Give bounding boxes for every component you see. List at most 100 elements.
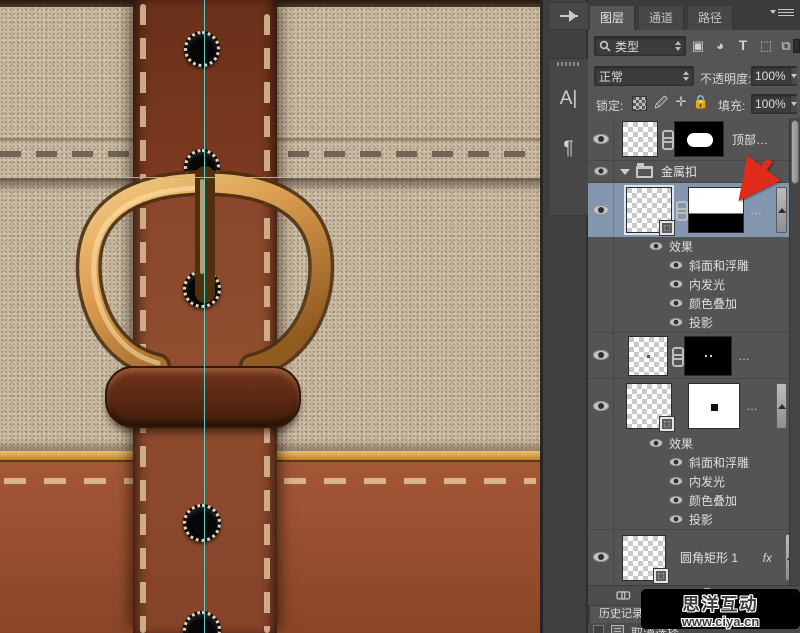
visibility-cell[interactable] (588, 183, 614, 237)
visibility-cell[interactable] (588, 118, 614, 160)
layer-name-truncated[interactable]: … (738, 349, 751, 363)
panel-grip-dots[interactable] (557, 62, 580, 66)
eye-icon[interactable] (650, 242, 663, 251)
layer-mask-thumbnail-selected[interactable] (688, 187, 744, 233)
history-source-checkbox[interactable] (593, 625, 604, 633)
effect-name[interactable]: 斜面和浮雕 (689, 257, 749, 274)
opacity-field[interactable]: 100% (751, 66, 797, 86)
effect-name[interactable]: 投影 (689, 314, 713, 331)
filter-smart-objects-icon[interactable]: ⧉ (778, 38, 794, 54)
strap-keeper (105, 366, 301, 428)
eye-icon[interactable] (670, 515, 683, 524)
effects-header-row[interactable]: 效果 (588, 433, 800, 453)
mask-link-icon[interactable] (674, 201, 686, 219)
layer-row-selected[interactable]: … (588, 182, 800, 237)
tab-layers[interactable]: 图层 (590, 6, 635, 30)
effect-name[interactable]: 投影 (689, 511, 713, 528)
layer-thumbnail[interactable] (622, 535, 666, 581)
eye-icon[interactable] (670, 458, 683, 467)
layer-thumbnail-selected[interactable] (626, 187, 672, 233)
lock-pixels-brush-icon[interactable]: 🖉 (652, 94, 670, 116)
mask-link-icon[interactable] (660, 130, 672, 148)
canvas-area[interactable] (0, 0, 540, 633)
effect-item-row[interactable]: 内发光 (588, 472, 800, 491)
eye-icon[interactable] (593, 205, 609, 216)
lock-all-icon[interactable]: 🔒 (692, 94, 710, 110)
visibility-cell[interactable] (588, 379, 614, 433)
layer-thumbnail[interactable] (628, 336, 668, 376)
effect-item-row[interactable]: 内发光 (588, 275, 800, 294)
layer-mask-thumbnail[interactable] (684, 336, 732, 376)
effect-item-row[interactable]: 斜面和浮雕 (588, 256, 800, 275)
filter-adjustment-layers-icon[interactable]: ◕ (710, 38, 730, 53)
layer-thumbnail[interactable] (622, 121, 658, 157)
mask-link-icon[interactable] (670, 347, 682, 365)
effect-name[interactable]: 内发光 (689, 473, 725, 490)
layer-mask-thumbnail[interactable] (674, 121, 724, 157)
tab-channels[interactable]: 通道 (639, 6, 684, 30)
eye-icon[interactable] (670, 477, 683, 486)
eye-icon[interactable] (593, 552, 609, 563)
visibility-cell[interactable] (588, 333, 614, 378)
filter-toggle-switch[interactable] (793, 39, 800, 53)
layer-thumbnail[interactable] (626, 383, 672, 429)
effect-item-row[interactable]: 斜面和浮雕 (588, 453, 800, 472)
filter-type-layers-icon[interactable]: T (733, 37, 753, 53)
eye-icon[interactable] (650, 439, 663, 448)
character-panel-icon[interactable]: A| (549, 88, 588, 110)
layer-mask-thumbnail[interactable] (688, 383, 740, 429)
layer-row[interactable]: … (588, 378, 800, 433)
eye-icon[interactable] (670, 261, 683, 270)
fill-field[interactable]: 100% (751, 94, 797, 114)
eye-icon[interactable] (594, 167, 608, 176)
group-expand-icon[interactable] (620, 169, 630, 175)
effect-item-row[interactable]: 颜色叠加 (588, 294, 800, 313)
filter-pixel-layers-icon[interactable]: ▣ (688, 38, 708, 54)
visibility-cell[interactable] (588, 530, 614, 585)
eye-icon[interactable] (670, 299, 683, 308)
eye-icon[interactable] (593, 350, 609, 361)
effect-name[interactable]: 颜色叠加 (689, 295, 737, 312)
effect-item-row[interactable]: 投影 (588, 313, 800, 332)
scrollbar-thumb[interactable] (791, 120, 799, 184)
eye-icon[interactable] (670, 318, 683, 327)
opacity-dropdown-icon[interactable] (790, 68, 797, 84)
link-layers-icon[interactable] (618, 590, 631, 598)
layer-row[interactable]: … (588, 332, 800, 378)
layer-name[interactable]: 圆角矩形 1 (680, 549, 738, 566)
effect-item-row[interactable]: 投影 (588, 510, 800, 529)
eye-icon[interactable] (593, 134, 609, 145)
effect-item-row[interactable]: 颜色叠加 (588, 491, 800, 510)
effect-name[interactable]: 内发光 (689, 276, 725, 293)
eye-icon[interactable] (593, 401, 609, 412)
eye-icon[interactable] (670, 280, 683, 289)
collapsed-panel-slider[interactable] (548, 2, 589, 30)
blend-mode-combo[interactable]: 正常 (594, 66, 694, 86)
eye-icon[interactable] (670, 496, 683, 505)
fill-dropdown-icon[interactable] (790, 96, 797, 112)
filter-shape-layers-icon[interactable]: ⬚ (756, 38, 776, 54)
effects-header-row[interactable]: 效果 (588, 237, 800, 256)
effects-label[interactable]: 效果 (669, 435, 693, 452)
effects-label[interactable]: 效果 (669, 238, 693, 255)
lock-transparency-icon[interactable] (632, 96, 647, 111)
effects-collapse-button[interactable] (776, 187, 787, 233)
effect-name[interactable]: 颜色叠加 (689, 492, 737, 509)
lock-position-icon[interactable]: ✛ (672, 94, 690, 110)
layer-name-truncated[interactable]: … (750, 203, 763, 217)
effect-name[interactable]: 斜面和浮雕 (689, 454, 749, 471)
group-name[interactable]: 金属扣 (661, 163, 697, 180)
effects-collapse-button[interactable] (776, 383, 787, 429)
group-row-metal-buckle[interactable]: 金属扣 (588, 160, 800, 182)
tab-paths[interactable]: 路径 (688, 6, 733, 30)
layer-filter-combo[interactable]: 类型 (594, 36, 686, 56)
panel-menu-icon[interactable] (778, 7, 794, 17)
fx-badge[interactable]: fx (763, 551, 772, 565)
layer-row-rounded-rect[interactable]: 圆角矩形 1 fx (588, 529, 800, 585)
layer-row-top[interactable]: 顶部… (588, 118, 800, 160)
visibility-cell[interactable] (588, 161, 614, 182)
layer-name-truncated[interactable]: … (746, 399, 759, 413)
layers-scrollbar[interactable] (789, 118, 800, 585)
layer-name[interactable]: 顶部… (732, 131, 768, 148)
paragraph-panel-icon[interactable]: ¶ (549, 138, 588, 160)
